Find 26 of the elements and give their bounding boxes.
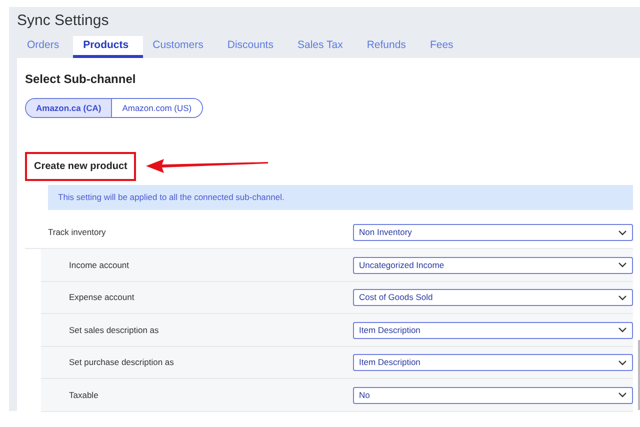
dropdown-select[interactable]: Non Inventory [353,224,633,241]
dropdown-select[interactable]: Uncategorized Income [353,256,633,274]
page-title: Sync Settings [17,11,110,31]
chevron-icon [618,294,627,300]
segment-button[interactable]: Amazon.com (US) [111,99,202,117]
chevron-icon [618,392,627,398]
setting-label: Income account [69,258,130,272]
dropdown-select[interactable]: No [353,386,633,404]
setting-label: Expense account [69,291,136,304]
chevron-icon [618,262,627,268]
section-heading: Select Sub-channel [25,71,137,88]
setting-label: Track inventory [48,226,107,239]
setting-label: Set sales description as [69,324,160,336]
scrollbar [638,340,640,410]
info-banner: This setting will be applied to all the connected sub-channel. [48,185,633,210]
tab[interactable]: Products [73,36,143,58]
section-title: Create new product [25,152,136,180]
chevron-icon [618,360,627,366]
setting-label: Set purchase description as [69,356,175,369]
segment-button[interactable]: Amazon.ca (CA) [26,99,112,117]
dropdown-select[interactable]: Cost of Goods Sold [353,289,633,306]
dropdown-select[interactable]: Item Description [353,322,633,338]
setting-label: Taxable [69,388,100,402]
chevron-icon [618,230,627,236]
dropdown-select[interactable]: Item Description [353,354,633,371]
chevron-icon [618,327,627,333]
